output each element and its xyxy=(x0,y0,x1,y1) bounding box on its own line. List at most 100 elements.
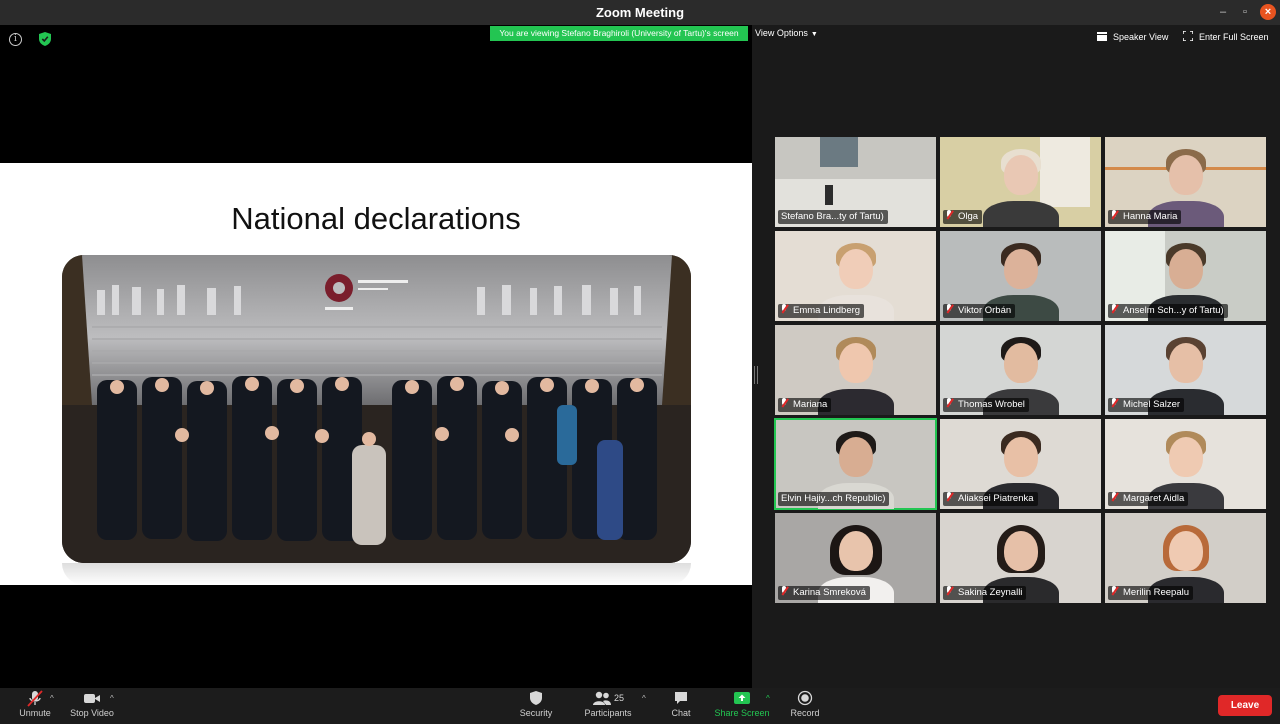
maximize-button[interactable]: ▫ xyxy=(1237,4,1253,20)
presentation-slide: National declarations xyxy=(0,163,752,585)
participant-tile[interactable]: Hanna Maria xyxy=(1105,137,1266,227)
mic-muted-icon xyxy=(27,690,43,707)
participant-tile[interactable]: Aliaksei Piatrenka xyxy=(940,419,1101,509)
speaker-view-icon xyxy=(1097,32,1107,41)
participant-name-tag: Merilin Reepalu xyxy=(1108,586,1194,600)
participants-label: Participants xyxy=(584,708,632,718)
participant-name-tag: Thomas Wrobel xyxy=(943,398,1029,412)
slide-title: National declarations xyxy=(231,201,521,236)
participant-tile[interactable]: Viktor Orbán xyxy=(940,231,1101,321)
participant-name-tag: Margaret Aidla xyxy=(1108,492,1189,506)
participant-name: Anselm Sch...y of Tartu) xyxy=(1123,305,1224,316)
video-options-caret[interactable]: ^ xyxy=(110,694,114,703)
participant-tile[interactable]: Olga xyxy=(940,137,1101,227)
video-icon xyxy=(84,694,100,703)
participant-tile-active-speaker[interactable]: Elvin Hajiy...ch Republic) xyxy=(774,418,937,510)
mic-muted-icon xyxy=(946,492,953,502)
full-screen-label: Enter Full Screen xyxy=(1199,32,1269,42)
participant-name-tag: Olga xyxy=(943,210,983,224)
participant-name: Margaret Aidla xyxy=(1123,493,1185,504)
share-screen-label: Share Screen xyxy=(714,708,770,718)
record-button[interactable]: Record xyxy=(786,690,824,724)
participant-tile[interactable]: Stefano Bra...ty of Tartu) xyxy=(775,137,936,227)
mic-muted-icon xyxy=(1111,210,1118,220)
view-options-label: View Options xyxy=(755,28,808,38)
mic-muted-icon xyxy=(1111,586,1118,596)
participant-name-tag: Viktor Orbán xyxy=(943,304,1016,318)
participant-name: Sakina Zeynalli xyxy=(958,587,1023,598)
leave-button[interactable]: Leave xyxy=(1218,695,1272,716)
minimize-button[interactable]: – xyxy=(1215,4,1231,20)
share-screen-button[interactable]: Share Screen xyxy=(710,690,774,724)
participant-tile[interactable]: Sakina Zeynalli xyxy=(940,513,1101,603)
participant-name-tag: Sakina Zeynalli xyxy=(943,586,1027,600)
audio-options-caret[interactable]: ^ xyxy=(50,694,54,703)
mic-muted-icon xyxy=(1111,398,1118,408)
participant-tile[interactable]: Mariana xyxy=(775,325,936,415)
chevron-down-icon: ▼ xyxy=(810,31,818,38)
participants-options-caret[interactable]: ^ xyxy=(642,694,646,703)
fullscreen-icon xyxy=(1182,30,1194,42)
participant-name: Olga xyxy=(958,211,979,222)
mic-muted-icon xyxy=(946,304,953,314)
participant-name: Hanna Maria xyxy=(1123,211,1178,222)
shared-screen: i You are viewing Stefano Braghiroli (Un… xyxy=(0,25,752,688)
participant-tile[interactable]: Thomas Wrobel xyxy=(940,325,1101,415)
participants-button[interactable]: 25 Participants xyxy=(580,690,636,724)
info-icon[interactable]: i xyxy=(9,33,22,46)
window-title: Zoom Meeting xyxy=(595,5,685,20)
participant-tile[interactable]: Karina Smreková xyxy=(775,513,936,603)
unmute-label: Unmute xyxy=(19,708,51,718)
participant-name-tag: Hanna Maria xyxy=(1108,210,1182,224)
participant-name-tag: Anselm Sch...y of Tartu) xyxy=(1108,304,1228,318)
share-options-caret[interactable]: ^ xyxy=(766,694,770,703)
participant-name: Merilin Reepalu xyxy=(1123,587,1190,598)
participants-icon-group: 25 xyxy=(580,690,636,707)
participant-name-tag: Stefano Bra...ty of Tartu) xyxy=(778,210,888,224)
participant-tile[interactable]: Merilin Reepalu xyxy=(1105,513,1266,603)
panel-splitter-handle[interactable] xyxy=(754,366,758,384)
participant-name: Aliaksei Piatrenka xyxy=(958,493,1034,504)
photo-reflection xyxy=(62,563,691,585)
viewing-banner: You are viewing Stefano Braghiroli (Univ… xyxy=(490,26,748,41)
security-icon xyxy=(530,691,542,705)
participant-name: Elvin Hajiy...ch Republic) xyxy=(781,493,886,504)
enter-full-screen-button[interactable]: Enter Full Screen xyxy=(1182,28,1269,46)
participants-count: 25 xyxy=(613,693,624,703)
mic-muted-icon xyxy=(1111,304,1118,314)
speaker-view-button[interactable]: Speaker View xyxy=(1097,28,1168,46)
chat-label: Chat xyxy=(671,708,691,718)
participant-name: Stefano Bra...ty of Tartu) xyxy=(781,211,884,222)
security-button[interactable]: Security xyxy=(515,690,557,724)
shield-icon[interactable] xyxy=(39,32,51,46)
participant-name-tag: Aliaksei Piatrenka xyxy=(943,492,1038,506)
participant-tile[interactable]: Emma Lindberg xyxy=(775,231,936,321)
record-label: Record xyxy=(790,708,820,718)
participant-name: Michel Salzer xyxy=(1123,399,1181,410)
meeting-stage: i You are viewing Stefano Braghiroli (Un… xyxy=(0,25,1280,688)
participant-name: Thomas Wrobel xyxy=(958,399,1025,410)
participant-name-tag: Elvin Hajiy...ch Republic) xyxy=(778,492,890,506)
group-photo xyxy=(62,255,691,563)
participants-icon xyxy=(592,691,611,705)
mic-muted-icon xyxy=(781,586,788,596)
participant-tile[interactable]: Michel Salzer xyxy=(1105,325,1266,415)
participant-tile[interactable]: Anselm Sch...y of Tartu) xyxy=(1105,231,1266,321)
mic-muted-icon xyxy=(781,304,788,314)
close-button[interactable]: × xyxy=(1260,4,1276,20)
participant-tile[interactable]: Margaret Aidla xyxy=(1105,419,1266,509)
share-screen-icon xyxy=(734,692,750,704)
participant-name: Emma Lindberg xyxy=(793,305,861,316)
mic-muted-icon xyxy=(1111,492,1118,502)
speaker-view-label: Speaker View xyxy=(1113,32,1169,42)
mic-muted-icon xyxy=(946,586,953,596)
view-options-button[interactable]: View Options ▼ xyxy=(755,26,818,41)
chat-button[interactable]: Chat xyxy=(664,690,698,724)
participant-name-tag: Karina Smreková xyxy=(778,586,870,600)
participant-name-tag: Michel Salzer xyxy=(1108,398,1185,412)
mic-muted-icon xyxy=(781,398,788,408)
participant-name-tag: Emma Lindberg xyxy=(778,304,865,318)
meeting-toolbar: Unmute ^ Stop Video ^ Security 25 Partic… xyxy=(0,688,1280,724)
record-icon xyxy=(797,690,813,706)
participant-name: Karina Smreková xyxy=(793,587,866,598)
